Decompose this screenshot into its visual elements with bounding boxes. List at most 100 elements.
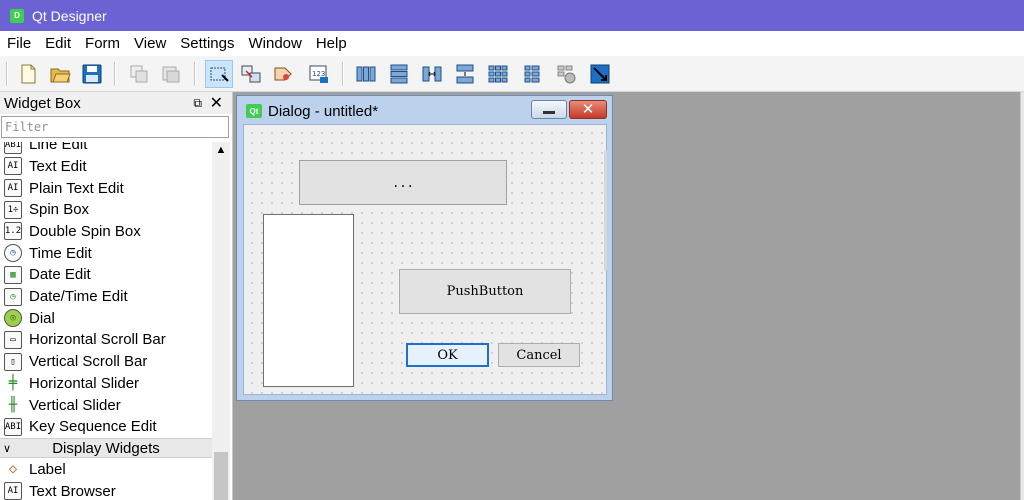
category-label: Display Widgets: [52, 439, 160, 457]
vertical-scroll-bar-icon: ▯: [4, 352, 22, 371]
form-frame-widget[interactable]: ...: [299, 160, 507, 205]
toolbar-separator: [342, 62, 344, 86]
toolbar-separator: [114, 62, 116, 86]
widget-item-label-widget[interactable]: ◇ Label: [0, 459, 212, 481]
layout-grid-icon[interactable]: [484, 60, 512, 88]
widget-list-scrollbar[interactable]: ▲: [212, 142, 230, 500]
save-form-icon[interactable]: [78, 60, 106, 88]
dialog-title: Dialog - untitled*: [268, 102, 379, 120]
menu-bar: File Edit Form View Settings Window Help: [0, 31, 1024, 56]
layout-horizontal-splitter-icon[interactable]: [418, 60, 446, 88]
layout-form-icon[interactable]: [518, 60, 546, 88]
adjust-size-icon[interactable]: [586, 60, 614, 88]
menu-view[interactable]: View: [127, 31, 173, 56]
widget-item-double-spin-box[interactable]: 1.2 Double Spin Box: [0, 221, 212, 243]
clock-icon: ◷: [4, 244, 22, 263]
svg-text:123: 123: [312, 70, 325, 78]
widget-item-vertical-slider[interactable]: ╫ Vertical Slider: [0, 394, 212, 416]
widget-item-label: Horizontal Scroll Bar: [29, 331, 166, 349]
widget-item-label: Line Edit: [29, 142, 88, 154]
widget-item-label: Text Browser: [29, 482, 116, 500]
line-edit-icon: ABI: [4, 142, 22, 154]
widget-item-label: Vertical Scroll Bar: [29, 353, 148, 371]
widget-item-label: Text Edit: [29, 157, 87, 175]
close-button[interactable]: ✕: [569, 100, 607, 119]
widget-item-text-edit[interactable]: AI Text Edit: [0, 156, 212, 178]
widget-item-label: Label: [29, 460, 66, 478]
form-push-button[interactable]: PushButton: [399, 269, 571, 314]
menu-form[interactable]: Form: [78, 31, 127, 56]
dial-icon: ◎: [4, 309, 22, 328]
app-title: Qt Designer: [32, 7, 107, 24]
right-dock-edge: [1020, 92, 1024, 500]
widget-item-label: Spin Box: [29, 201, 90, 219]
main-toolbar: 123: [0, 56, 1024, 92]
widget-list: ABI Line Edit AI Text Edit AI Plain Text…: [0, 142, 212, 500]
new-form-icon[interactable]: [14, 60, 42, 88]
widget-item-date-edit[interactable]: ▦ Date Edit: [0, 264, 212, 286]
layout-horizontal-icon[interactable]: [352, 60, 380, 88]
edit-signals-slots-icon[interactable]: [237, 60, 265, 88]
widget-item-line-edit[interactable]: ABI Line Edit: [0, 142, 212, 156]
widget-item-label: Key Sequence Edit: [29, 418, 157, 436]
spin-box-icon: 1÷: [4, 200, 22, 219]
widget-item-horizontal-scroll-bar[interactable]: ▭ Horizontal Scroll Bar: [0, 329, 212, 351]
widget-item-time-edit[interactable]: ◷ Time Edit: [0, 242, 212, 264]
calendar-clock-icon: ◷: [4, 287, 22, 306]
scroll-up-icon[interactable]: ▲: [212, 142, 230, 158]
widget-item-label: Time Edit: [29, 244, 92, 262]
menu-edit[interactable]: Edit: [38, 31, 78, 56]
cancel-button[interactable]: Cancel: [498, 343, 580, 367]
menu-settings[interactable]: Settings: [173, 31, 241, 56]
layout-vertical-icon[interactable]: [385, 60, 413, 88]
widget-item-date-time-edit[interactable]: ◷ Date/Time Edit: [0, 286, 212, 308]
label-tag-icon: ◇: [8, 461, 18, 478]
paste-icon[interactable]: [157, 60, 185, 88]
ok-button[interactable]: OK: [406, 343, 489, 367]
widget-box-title: Widget Box: [4, 94, 81, 112]
open-form-icon[interactable]: [46, 60, 74, 88]
layout-vertical-splitter-icon[interactable]: [451, 60, 479, 88]
dialog-scroll-edge: [604, 151, 607, 271]
horizontal-slider-icon: ╪: [8, 375, 18, 392]
widget-item-label: Dial: [29, 309, 55, 327]
widget-item-text-browser[interactable]: AI Text Browser: [0, 480, 212, 500]
horizontal-scroll-bar-icon: ▭: [4, 330, 22, 349]
widget-item-horizontal-slider[interactable]: ╪ Horizontal Slider: [0, 373, 212, 395]
vertical-slider-icon: ╫: [8, 397, 18, 414]
app-titlebar: D Qt Designer: [0, 0, 1024, 31]
widget-item-label: Horizontal Slider: [29, 374, 140, 392]
edit-buddies-icon[interactable]: [269, 60, 297, 88]
text-edit-icon: AI: [4, 157, 22, 176]
double-spin-box-icon: 1.2: [4, 222, 22, 241]
qt-icon: Qt: [246, 104, 262, 118]
widget-item-dial[interactable]: ◎ Dial: [0, 307, 212, 329]
widget-item-key-sequence-edit[interactable]: ABI Key Sequence Edit: [0, 416, 212, 438]
form-list-widget[interactable]: [263, 214, 354, 387]
widget-item-label: Date Edit: [29, 266, 91, 284]
minimize-button[interactable]: [531, 100, 567, 119]
widget-item-plain-text-edit[interactable]: AI Plain Text Edit: [0, 177, 212, 199]
menu-help[interactable]: Help: [309, 31, 354, 56]
break-layout-icon[interactable]: [552, 60, 580, 88]
widget-filter-input[interactable]: [1, 116, 229, 138]
widget-item-spin-box[interactable]: 1÷ Spin Box: [0, 199, 212, 221]
float-dock-icon[interactable]: ⧉: [193, 96, 202, 111]
widget-item-label: Plain Text Edit: [29, 179, 124, 197]
form-dialog-window[interactable]: Qt Dialog - untitled* ✕ ... PushButton O…: [236, 95, 613, 401]
category-display-widgets[interactable]: ∨ Display Widgets: [0, 438, 212, 458]
text-browser-icon: AI: [4, 482, 22, 500]
copy-icon[interactable]: [125, 60, 153, 88]
menu-window[interactable]: Window: [241, 31, 308, 56]
widget-item-label: Double Spin Box: [29, 222, 141, 240]
scrollbar-thumb[interactable]: [214, 452, 228, 500]
plain-text-edit-icon: AI: [4, 179, 22, 198]
edit-widgets-icon[interactable]: [205, 60, 233, 88]
widget-box-dock: Widget Box ⧉ ✕ ABI Line Edit AI Text Edi…: [0, 92, 233, 500]
menu-file[interactable]: File: [0, 31, 38, 56]
form-canvas[interactable]: ... PushButton OK Cancel: [243, 124, 607, 395]
qt-designer-app-icon: D: [10, 8, 24, 23]
edit-tab-order-icon[interactable]: 123: [305, 60, 333, 88]
widget-item-vertical-scroll-bar[interactable]: ▯ Vertical Scroll Bar: [0, 351, 212, 373]
close-dock-icon[interactable]: ✕: [210, 93, 223, 113]
